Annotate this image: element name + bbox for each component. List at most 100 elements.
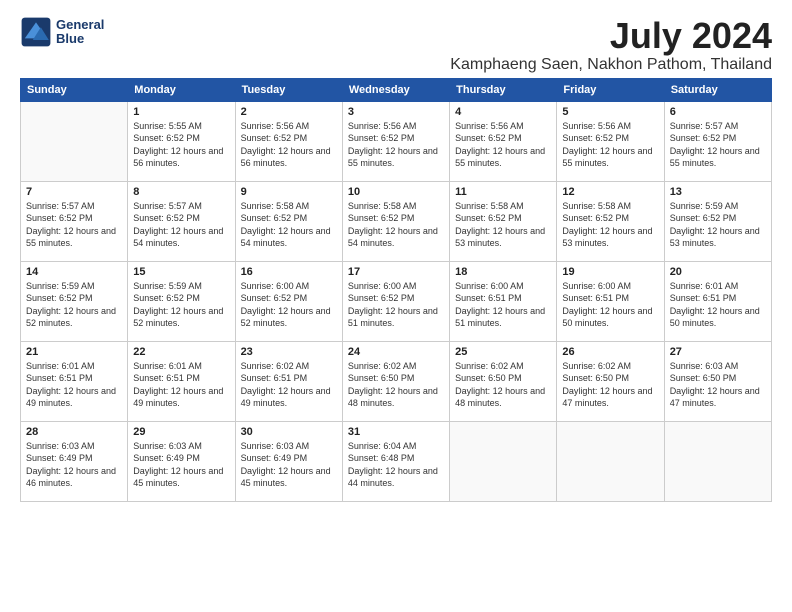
day-number: 16 — [241, 266, 337, 278]
day-info: Sunrise: 5:58 AM Sunset: 6:52 PM Dayligh… — [241, 200, 337, 250]
day-info: Sunrise: 5:56 AM Sunset: 6:52 PM Dayligh… — [562, 120, 658, 170]
logo-icon — [20, 16, 52, 48]
day-cell: 9 Sunrise: 5:58 AM Sunset: 6:52 PM Dayli… — [235, 181, 342, 261]
day-cell: 13 Sunrise: 5:59 AM Sunset: 6:52 PM Dayl… — [664, 181, 771, 261]
day-number: 17 — [348, 266, 444, 278]
week-row-1: 1 Sunrise: 5:55 AM Sunset: 6:52 PM Dayli… — [21, 101, 772, 181]
logo-line2: Blue — [56, 32, 104, 46]
day-number: 1 — [133, 106, 229, 118]
day-cell: 2 Sunrise: 5:56 AM Sunset: 6:52 PM Dayli… — [235, 101, 342, 181]
day-cell: 3 Sunrise: 5:56 AM Sunset: 6:52 PM Dayli… — [342, 101, 449, 181]
day-number: 2 — [241, 106, 337, 118]
day-info: Sunrise: 5:56 AM Sunset: 6:52 PM Dayligh… — [348, 120, 444, 170]
day-info: Sunrise: 6:02 AM Sunset: 6:50 PM Dayligh… — [348, 360, 444, 410]
day-header-friday: Friday — [557, 78, 664, 101]
day-number: 5 — [562, 106, 658, 118]
day-header-sunday: Sunday — [21, 78, 128, 101]
day-info: Sunrise: 5:57 AM Sunset: 6:52 PM Dayligh… — [26, 200, 122, 250]
logo-line1: General — [56, 18, 104, 32]
day-number: 20 — [670, 266, 766, 278]
day-info: Sunrise: 6:00 AM Sunset: 6:52 PM Dayligh… — [241, 280, 337, 330]
day-cell: 23 Sunrise: 6:02 AM Sunset: 6:51 PM Dayl… — [235, 341, 342, 421]
day-cell: 14 Sunrise: 5:59 AM Sunset: 6:52 PM Dayl… — [21, 261, 128, 341]
day-number: 19 — [562, 266, 658, 278]
day-cell: 22 Sunrise: 6:01 AM Sunset: 6:51 PM Dayl… — [128, 341, 235, 421]
header: General Blue July 2024 Kamphaeng Saen, N… — [20, 16, 772, 74]
day-cell: 5 Sunrise: 5:56 AM Sunset: 6:52 PM Dayli… — [557, 101, 664, 181]
week-row-2: 7 Sunrise: 5:57 AM Sunset: 6:52 PM Dayli… — [21, 181, 772, 261]
day-cell: 19 Sunrise: 6:00 AM Sunset: 6:51 PM Dayl… — [557, 261, 664, 341]
week-row-4: 21 Sunrise: 6:01 AM Sunset: 6:51 PM Dayl… — [21, 341, 772, 421]
day-info: Sunrise: 6:04 AM Sunset: 6:48 PM Dayligh… — [348, 440, 444, 490]
main-title: July 2024 — [450, 16, 772, 56]
day-cell: 26 Sunrise: 6:02 AM Sunset: 6:50 PM Dayl… — [557, 341, 664, 421]
day-number: 21 — [26, 346, 122, 358]
day-cell — [664, 421, 771, 501]
day-cell: 30 Sunrise: 6:03 AM Sunset: 6:49 PM Dayl… — [235, 421, 342, 501]
day-cell: 16 Sunrise: 6:00 AM Sunset: 6:52 PM Dayl… — [235, 261, 342, 341]
day-info: Sunrise: 6:00 AM Sunset: 6:51 PM Dayligh… — [455, 280, 551, 330]
logo-text: General Blue — [56, 18, 104, 47]
day-cell: 6 Sunrise: 5:57 AM Sunset: 6:52 PM Dayli… — [664, 101, 771, 181]
day-cell: 12 Sunrise: 5:58 AM Sunset: 6:52 PM Dayl… — [557, 181, 664, 261]
week-row-3: 14 Sunrise: 5:59 AM Sunset: 6:52 PM Dayl… — [21, 261, 772, 341]
day-number: 13 — [670, 186, 766, 198]
day-info: Sunrise: 6:00 AM Sunset: 6:52 PM Dayligh… — [348, 280, 444, 330]
day-cell: 18 Sunrise: 6:00 AM Sunset: 6:51 PM Dayl… — [450, 261, 557, 341]
day-info: Sunrise: 6:02 AM Sunset: 6:50 PM Dayligh… — [562, 360, 658, 410]
day-number: 23 — [241, 346, 337, 358]
day-cell: 20 Sunrise: 6:01 AM Sunset: 6:51 PM Dayl… — [664, 261, 771, 341]
day-info: Sunrise: 6:03 AM Sunset: 6:49 PM Dayligh… — [26, 440, 122, 490]
day-cell: 15 Sunrise: 5:59 AM Sunset: 6:52 PM Dayl… — [128, 261, 235, 341]
day-header-thursday: Thursday — [450, 78, 557, 101]
day-number: 27 — [670, 346, 766, 358]
day-info: Sunrise: 6:01 AM Sunset: 6:51 PM Dayligh… — [670, 280, 766, 330]
day-number: 14 — [26, 266, 122, 278]
day-cell: 17 Sunrise: 6:00 AM Sunset: 6:52 PM Dayl… — [342, 261, 449, 341]
day-number: 10 — [348, 186, 444, 198]
day-number: 15 — [133, 266, 229, 278]
day-header-tuesday: Tuesday — [235, 78, 342, 101]
day-cell: 10 Sunrise: 5:58 AM Sunset: 6:52 PM Dayl… — [342, 181, 449, 261]
day-cell: 8 Sunrise: 5:57 AM Sunset: 6:52 PM Dayli… — [128, 181, 235, 261]
day-cell: 21 Sunrise: 6:01 AM Sunset: 6:51 PM Dayl… — [21, 341, 128, 421]
day-info: Sunrise: 5:56 AM Sunset: 6:52 PM Dayligh… — [455, 120, 551, 170]
day-header-saturday: Saturday — [664, 78, 771, 101]
day-info: Sunrise: 5:57 AM Sunset: 6:52 PM Dayligh… — [133, 200, 229, 250]
day-cell: 1 Sunrise: 5:55 AM Sunset: 6:52 PM Dayli… — [128, 101, 235, 181]
day-info: Sunrise: 6:03 AM Sunset: 6:50 PM Dayligh… — [670, 360, 766, 410]
day-cell — [557, 421, 664, 501]
day-info: Sunrise: 5:55 AM Sunset: 6:52 PM Dayligh… — [133, 120, 229, 170]
day-number: 9 — [241, 186, 337, 198]
day-info: Sunrise: 5:57 AM Sunset: 6:52 PM Dayligh… — [670, 120, 766, 170]
week-row-5: 28 Sunrise: 6:03 AM Sunset: 6:49 PM Dayl… — [21, 421, 772, 501]
logo: General Blue — [20, 16, 104, 48]
header-row: SundayMondayTuesdayWednesdayThursdayFrid… — [21, 78, 772, 101]
day-cell: 27 Sunrise: 6:03 AM Sunset: 6:50 PM Dayl… — [664, 341, 771, 421]
day-info: Sunrise: 6:01 AM Sunset: 6:51 PM Dayligh… — [26, 360, 122, 410]
day-cell: 28 Sunrise: 6:03 AM Sunset: 6:49 PM Dayl… — [21, 421, 128, 501]
day-cell: 11 Sunrise: 5:58 AM Sunset: 6:52 PM Dayl… — [450, 181, 557, 261]
day-cell: 4 Sunrise: 5:56 AM Sunset: 6:52 PM Dayli… — [450, 101, 557, 181]
day-info: Sunrise: 6:00 AM Sunset: 6:51 PM Dayligh… — [562, 280, 658, 330]
day-info: Sunrise: 5:58 AM Sunset: 6:52 PM Dayligh… — [455, 200, 551, 250]
day-info: Sunrise: 6:01 AM Sunset: 6:51 PM Dayligh… — [133, 360, 229, 410]
day-info: Sunrise: 6:03 AM Sunset: 6:49 PM Dayligh… — [241, 440, 337, 490]
day-header-wednesday: Wednesday — [342, 78, 449, 101]
day-number: 24 — [348, 346, 444, 358]
day-number: 4 — [455, 106, 551, 118]
day-cell: 29 Sunrise: 6:03 AM Sunset: 6:49 PM Dayl… — [128, 421, 235, 501]
calendar: SundayMondayTuesdayWednesdayThursdayFrid… — [20, 78, 772, 502]
subtitle: Kamphaeng Saen, Nakhon Pathom, Thailand — [450, 56, 772, 74]
day-number: 22 — [133, 346, 229, 358]
day-info: Sunrise: 6:03 AM Sunset: 6:49 PM Dayligh… — [133, 440, 229, 490]
day-info: Sunrise: 6:02 AM Sunset: 6:51 PM Dayligh… — [241, 360, 337, 410]
day-info: Sunrise: 6:02 AM Sunset: 6:50 PM Dayligh… — [455, 360, 551, 410]
day-cell — [450, 421, 557, 501]
day-cell: 31 Sunrise: 6:04 AM Sunset: 6:48 PM Dayl… — [342, 421, 449, 501]
day-info: Sunrise: 5:59 AM Sunset: 6:52 PM Dayligh… — [26, 280, 122, 330]
title-area: July 2024 Kamphaeng Saen, Nakhon Pathom,… — [450, 16, 772, 74]
day-cell: 7 Sunrise: 5:57 AM Sunset: 6:52 PM Dayli… — [21, 181, 128, 261]
day-number: 25 — [455, 346, 551, 358]
page: General Blue July 2024 Kamphaeng Saen, N… — [0, 0, 792, 612]
